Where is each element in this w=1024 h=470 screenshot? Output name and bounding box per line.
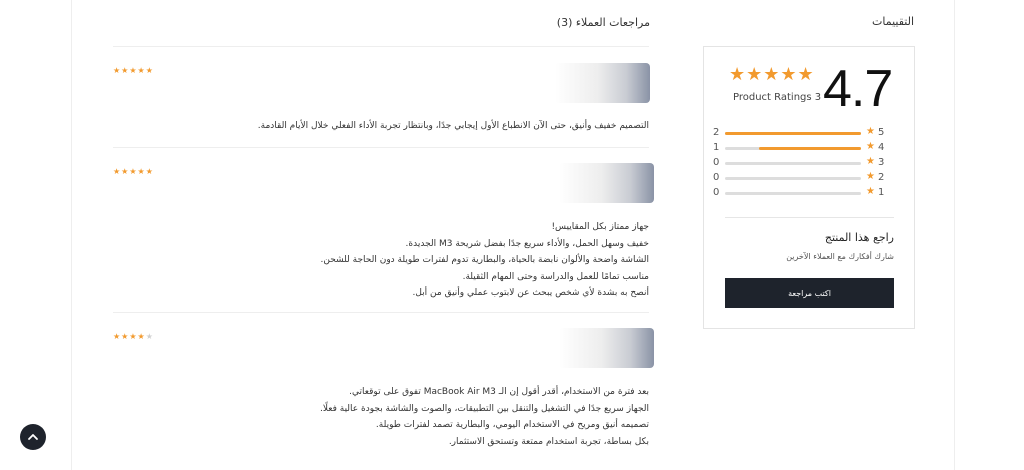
- chevron-up-icon: [28, 434, 38, 440]
- star-icon: ★★★★: [113, 332, 146, 341]
- back-to-top-button[interactable]: [20, 424, 46, 450]
- rating-bar-track: [725, 177, 861, 180]
- rating-bar-track: [725, 132, 861, 135]
- review-stars-icon: ★★★★★: [113, 167, 154, 176]
- rating-count: 0: [713, 157, 720, 168]
- star-icon: ★: [866, 126, 875, 137]
- rating-count: 0: [713, 187, 720, 198]
- rating-level: 5: [878, 127, 885, 138]
- review-text: جهاز ممتاز بكل المقاييس! خفيف وسهل الحمل…: [109, 219, 649, 302]
- rating-count: 1: [713, 142, 720, 153]
- reviews-heading: مراجعات العملاء (3): [556, 16, 650, 29]
- review-line: بعد فترة من الاستخدام، أقدر أقول إن الـ …: [349, 387, 649, 397]
- divider: [113, 46, 649, 47]
- ratings-count-label: Product Ratings 3: [733, 92, 822, 103]
- divider: [725, 217, 894, 218]
- review-product-subtitle: شارك أفكارك مع العملاء الآخرين: [786, 252, 894, 261]
- rating-distribution-row-3: 0 ★ 3: [704, 156, 916, 172]
- rating-level: 3: [878, 157, 885, 168]
- star-icon: ★: [145, 332, 154, 341]
- reviewer-avatar: [559, 328, 654, 368]
- rating-level: 2: [878, 172, 885, 183]
- rating-bar-track: [725, 192, 861, 195]
- star-icon: ★: [866, 141, 875, 152]
- rating-distribution-row-5: 2 ★ 5: [704, 126, 916, 142]
- rating-distribution-row-4: 1 ★ 4: [704, 141, 916, 157]
- rating-level: 1: [878, 187, 885, 198]
- average-stars-icon: ★★★★★: [729, 64, 815, 85]
- rating-bar-track: [725, 162, 861, 165]
- review-stars-icon: ★★★★★: [113, 332, 154, 341]
- review-text: التصميم خفيف وأنيق، حتى الآن الانطباع ال…: [109, 118, 649, 135]
- reviewer-avatar: [559, 163, 654, 203]
- review-line: الشاشة واضحة والألوان نابضة بالحياة، وال…: [320, 255, 649, 265]
- divider: [113, 312, 649, 313]
- review-line: الجهاز سريع جدًا في التشغيل والتنقل بين …: [320, 403, 649, 414]
- star-icon: ★★★★★: [113, 167, 154, 176]
- star-icon: ★★★★★: [113, 66, 154, 75]
- reviewer-avatar: [555, 63, 650, 103]
- rating-level: 4: [878, 142, 885, 153]
- review-line: التصميم خفيف وأنيق، حتى الآن الانطباع ال…: [257, 121, 649, 131]
- review-line: خفيف وسهل الحمل، والأداء سريع جدًا بفضل …: [405, 238, 649, 249]
- rating-count: 2: [713, 127, 720, 138]
- review-line: مناسب تمامًا للعمل والدراسة وحتى المهام …: [462, 271, 649, 282]
- review-product-title: راجع هذا المنتج: [824, 231, 894, 244]
- ratings-heading: التقييمات: [872, 15, 914, 28]
- review-line: أنصح به بشدة لأي شخص يبحث عن لابتوب عملي…: [412, 288, 650, 298]
- rating-bar-fill: [725, 132, 861, 135]
- rating-bar-track: [725, 147, 861, 150]
- review-stars-icon: ★★★★★: [113, 66, 154, 75]
- rating-distribution-row-1: 0 ★ 1: [704, 186, 916, 202]
- star-icon: ★: [866, 156, 875, 167]
- star-icon: ★: [866, 186, 875, 197]
- review-line: جهاز ممتاز بكل المقاييس!: [551, 222, 649, 232]
- average-rating: 4.7: [823, 60, 893, 118]
- star-icon: ★: [866, 171, 875, 182]
- ratings-summary-card: 4.7 ★★★★★ Product Ratings 3 2 ★ 5 1 ★ 4 …: [703, 46, 915, 329]
- rating-count: 0: [713, 172, 720, 183]
- rating-bar-fill: [759, 147, 861, 150]
- rating-distribution-row-2: 0 ★ 2: [704, 171, 916, 187]
- write-review-button[interactable]: اكتب مراجعة: [725, 278, 894, 308]
- review-text: بعد فترة من الاستخدام، أقدر أقول إن الـ …: [109, 384, 649, 450]
- divider: [113, 147, 649, 148]
- review-line: بكل بساطة، تجربة استخدام ممتعة وتستحق ال…: [448, 436, 649, 447]
- review-line: تصميمه أنيق ومريح في الاستخدام اليومي، و…: [375, 420, 649, 430]
